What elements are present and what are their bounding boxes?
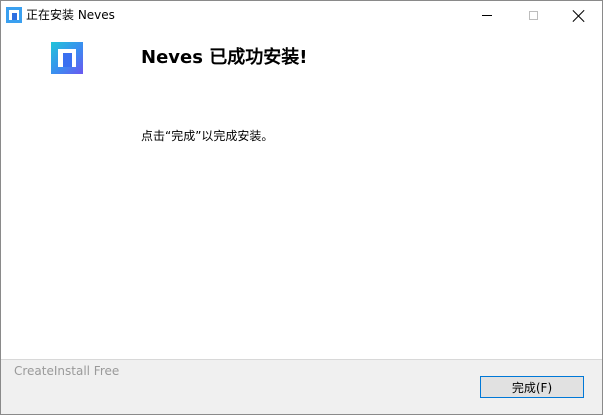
- footer-bar: CreateInstall Free 完成(F): [1, 359, 602, 414]
- createinstall-brand-label: CreateInstall Free: [14, 364, 120, 378]
- installer-window: 正在安装 Neves Neves 已成功安装! 点击“完成”以完成安装。 Cre…: [0, 0, 603, 415]
- neves-app-icon: [51, 42, 83, 74]
- maximize-icon: [528, 11, 538, 20]
- title-bar[interactable]: 正在安装 Neves: [1, 1, 602, 30]
- app-icon: [6, 7, 22, 23]
- close-button[interactable]: [556, 1, 602, 30]
- minimize-button[interactable]: [464, 1, 510, 30]
- close-icon: [573, 10, 585, 22]
- maximize-button[interactable]: [510, 1, 556, 30]
- finish-button[interactable]: 完成(F): [480, 376, 584, 398]
- success-heading: Neves 已成功安装!: [141, 47, 308, 68]
- minimize-icon: [482, 15, 492, 16]
- window-title: 正在安装 Neves: [26, 8, 115, 22]
- completion-message: 点击“完成”以完成安装。: [141, 129, 274, 143]
